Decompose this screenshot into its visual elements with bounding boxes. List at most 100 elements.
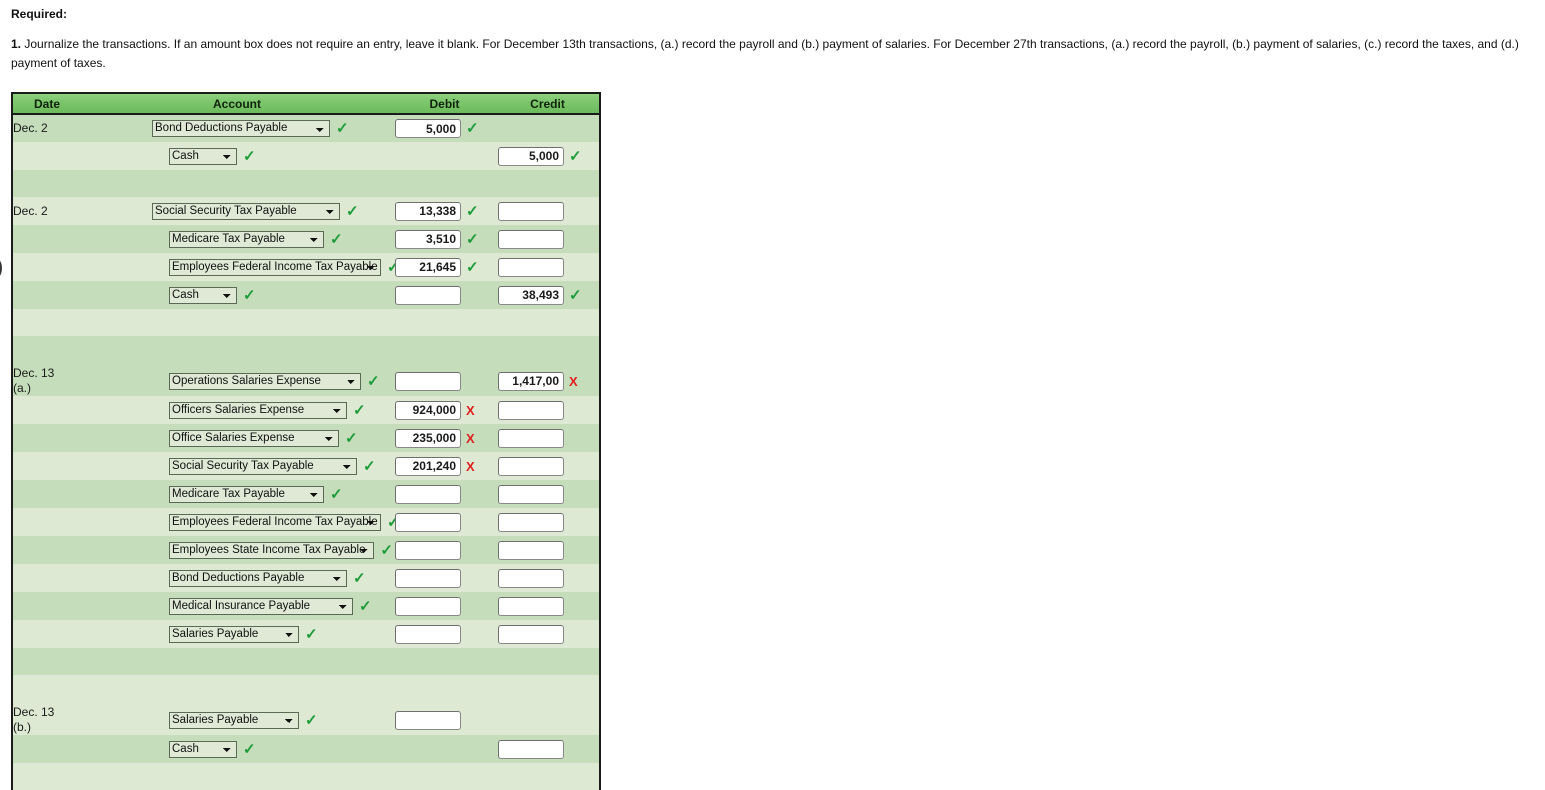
credit-amount-input[interactable]: [498, 428, 564, 448]
account-select[interactable]: Cash: [169, 286, 237, 304]
debit-amount-input[interactable]: [395, 371, 461, 391]
credit-cell: [496, 197, 600, 225]
account-select[interactable]: Officers Salaries Expense: [169, 401, 347, 419]
debit-amount-input[interactable]: [395, 484, 461, 504]
required-label: Required:: [11, 7, 68, 21]
account-select[interactable]: Medicare Tax Payable: [169, 230, 324, 248]
debit-cell: [393, 705, 496, 735]
account-select[interactable]: Bond Deductions Payable: [169, 569, 347, 587]
account-select[interactable]: Employees Federal Income Tax Payable: [169, 513, 381, 531]
account-select[interactable]: Salaries Payable: [169, 625, 299, 643]
account-correct-check-icon: ✓: [359, 597, 372, 615]
journal-entry-row: Social Security Tax Payable ✓ X: [12, 452, 600, 480]
account-select[interactable]: Employees Federal Income Tax Payable: [169, 258, 381, 276]
debit-amount-input[interactable]: [395, 540, 461, 560]
credit-cell: [496, 225, 600, 253]
debit-amount-input[interactable]: [395, 710, 461, 730]
account-select[interactable]: Employees State Income Tax Payable: [169, 541, 375, 559]
credit-amount-input[interactable]: [498, 512, 564, 532]
debit-amount-input[interactable]: [395, 201, 461, 221]
credit-cell-inner: [496, 484, 599, 504]
clipped-glyph: ): [0, 256, 3, 278]
debit-amount-input[interactable]: [395, 624, 461, 644]
debit-amount-input[interactable]: [395, 119, 461, 138]
credit-cell-inner: [496, 540, 599, 560]
journal-entry-table: Date Account Debit Credit Dec. 2 Bond Ded…: [11, 92, 601, 790]
account-select[interactable]: Social Security Tax Payable: [152, 202, 340, 220]
credit-amount-input[interactable]: [498, 456, 564, 476]
credit-cell-inner: X: [496, 371, 599, 391]
credit-cell: [496, 705, 600, 735]
account-select[interactable]: Medicare Tax Payable: [169, 485, 324, 503]
entry-date: Dec. 2: [13, 203, 48, 218]
credit-amount-input[interactable]: [498, 739, 564, 759]
account-select[interactable]: Operations Salaries Expense: [169, 372, 361, 390]
credit-correct-check-icon: ✓: [569, 147, 582, 165]
debit-cell-inner: [393, 568, 496, 588]
journal-entry-row: Dec. 13 (b.) Salaries Payable ✓: [12, 705, 600, 735]
account-correct-check-icon: ✓: [336, 120, 349, 137]
debit-cell: [393, 564, 496, 592]
debit-amount-input[interactable]: [395, 400, 461, 420]
account-select[interactable]: Office Salaries Expense: [169, 429, 339, 447]
account-select[interactable]: Salaries Payable: [169, 711, 299, 729]
account-select[interactable]: Medical Insurance Payable: [169, 597, 353, 615]
debit-amount-input[interactable]: [395, 257, 461, 277]
account-cell-inner: Operations Salaries Expense ✓: [81, 372, 393, 390]
credit-amount-input[interactable]: [498, 201, 564, 221]
debit-correct-check-icon: ✓: [466, 258, 479, 276]
entry-date-cell: [12, 508, 81, 536]
account-cell-inner: Officers Salaries Expense ✓: [81, 401, 393, 419]
account-select[interactable]: Cash: [169, 740, 237, 758]
account-cell: Medicare Tax Payable ✓: [81, 480, 393, 508]
debit-cell-inner: ✓: [393, 257, 496, 277]
account-correct-check-icon: ✓: [243, 740, 256, 758]
credit-amount-input[interactable]: [498, 229, 564, 249]
credit-amount-input[interactable]: [498, 624, 564, 644]
credit-cell-inner: [496, 512, 599, 532]
account-correct-check-icon: ✓: [330, 485, 343, 503]
debit-amount-input[interactable]: [395, 229, 461, 249]
credit-amount-input[interactable]: [498, 484, 564, 504]
credit-amount-input[interactable]: [498, 568, 564, 588]
credit-amount-input[interactable]: [498, 540, 564, 560]
account-cell-inner: Cash ✓: [81, 147, 393, 165]
account-cell-inner: Employees State Income Tax Payable ✓: [81, 541, 393, 559]
account-cell-inner: Medicare Tax Payable ✓: [81, 230, 393, 248]
account-select[interactable]: Cash: [169, 147, 237, 165]
entry-date-cell: [12, 735, 81, 763]
account-cell: Social Security Tax Payable ✓: [81, 452, 393, 480]
debit-amount-input[interactable]: [395, 428, 461, 448]
credit-amount-input[interactable]: [498, 371, 564, 391]
journal-spacer-row: [12, 675, 600, 705]
debit-amount-input[interactable]: [395, 456, 461, 476]
debit-cell: [393, 142, 496, 170]
credit-amount-input[interactable]: [498, 400, 564, 420]
debit-cell: [393, 536, 496, 564]
credit-cell-inner: [496, 201, 599, 221]
journal-spacer-row: [12, 170, 600, 197]
account-select[interactable]: Bond Deductions Payable: [152, 120, 330, 137]
debit-cell: X: [393, 396, 496, 424]
account-cell: Salaries Payable ✓: [81, 705, 393, 735]
entry-date-cell: Dec. 13 (a.): [12, 366, 81, 396]
account-select[interactable]: Social Security Tax Payable: [169, 457, 357, 475]
debit-amount-input[interactable]: [395, 285, 461, 305]
task-number: 1.: [11, 37, 22, 51]
credit-cell-inner: [496, 624, 599, 644]
debit-amount-input[interactable]: [395, 568, 461, 588]
spacer-cell: [12, 336, 600, 366]
credit-amount-input[interactable]: [498, 596, 564, 616]
credit-cell: [496, 620, 600, 648]
account-correct-check-icon: ✓: [243, 147, 256, 165]
account-correct-check-icon: ✓: [305, 711, 318, 729]
debit-amount-input[interactable]: [395, 596, 461, 616]
debit-amount-input[interactable]: [395, 512, 461, 532]
credit-amount-input[interactable]: [498, 257, 564, 277]
entry-date-cell: [12, 620, 81, 648]
account-correct-check-icon: ✓: [380, 541, 393, 559]
credit-amount-input[interactable]: [498, 146, 564, 166]
credit-amount-input[interactable]: [498, 285, 564, 305]
account-cell-inner: Cash ✓: [81, 740, 393, 758]
credit-cell: [496, 735, 600, 763]
